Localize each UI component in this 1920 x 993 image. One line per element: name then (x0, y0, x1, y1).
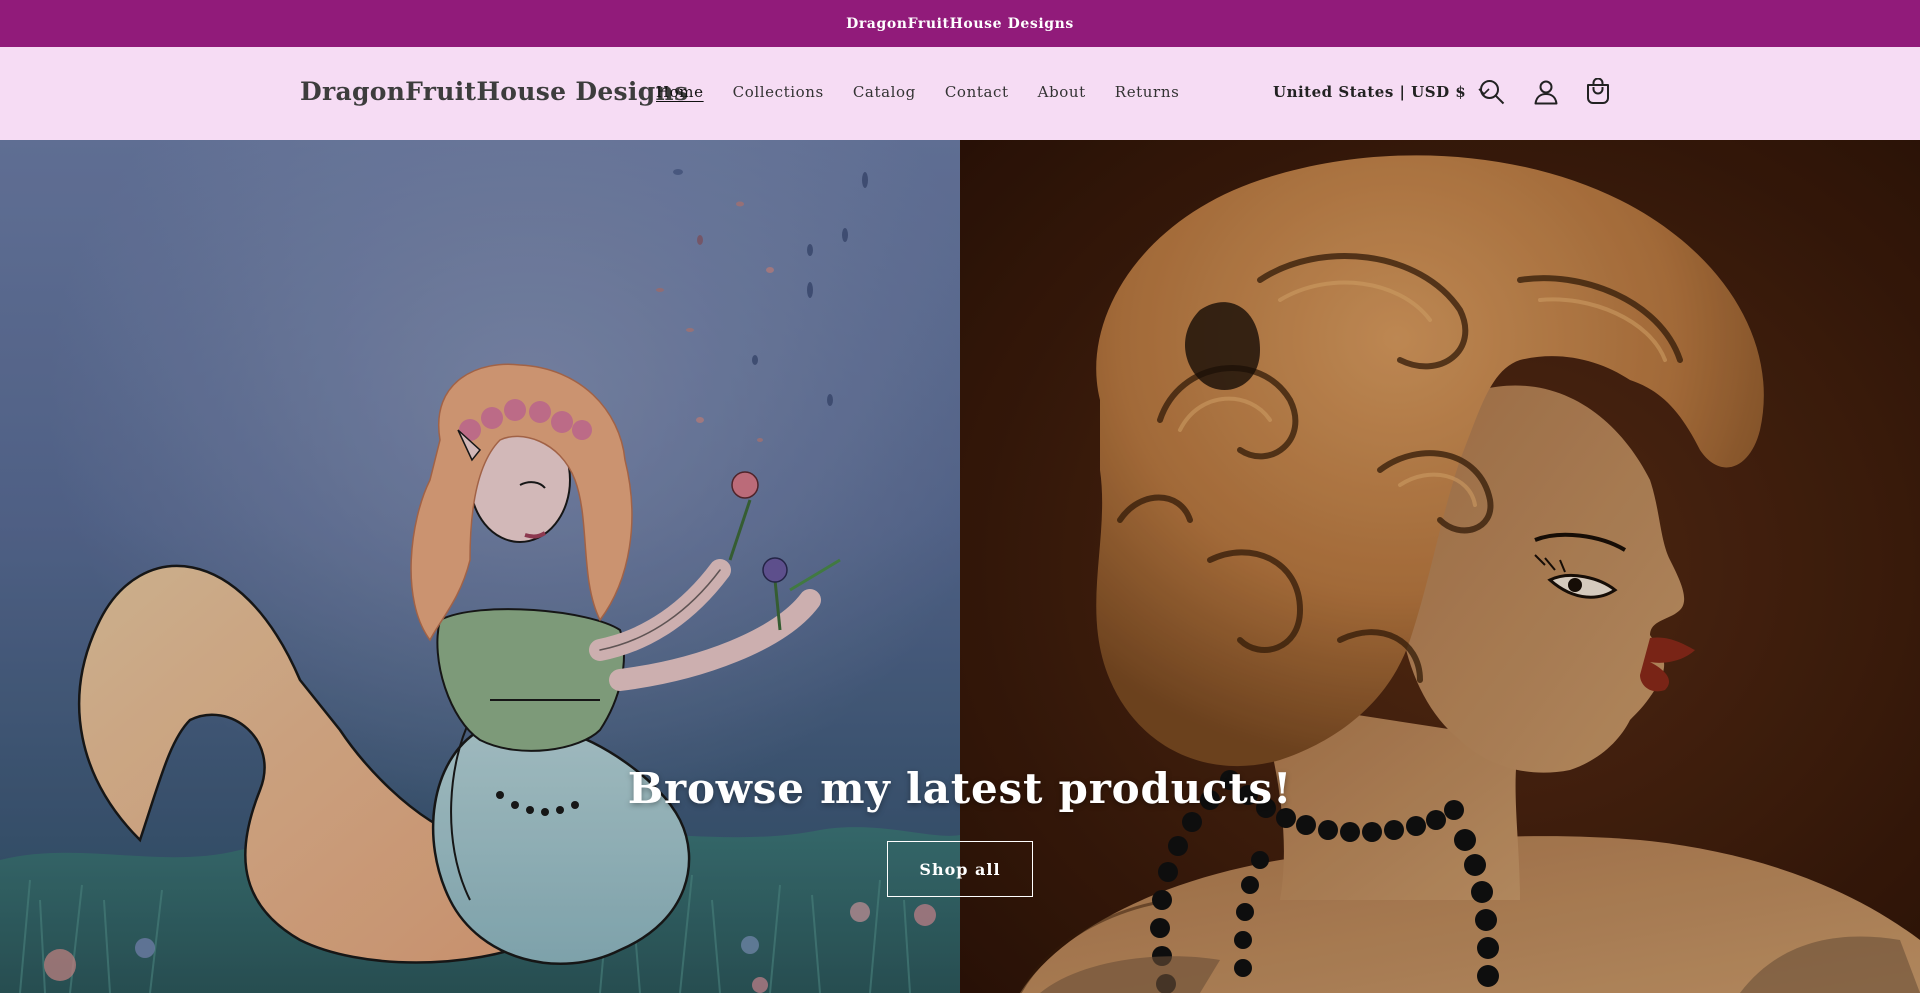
site-header: DragonFruitHouse Designs Home Collection… (0, 47, 1920, 140)
account-button[interactable] (1528, 74, 1564, 110)
site-logo[interactable]: DragonFruitHouse Designs (300, 77, 688, 106)
nav-home[interactable]: Home (656, 83, 704, 101)
main-nav: Home Collections Catalog Contact About R… (656, 83, 1208, 101)
portrait-illustration (960, 140, 1920, 993)
nav-about[interactable]: About (1038, 83, 1086, 101)
account-icon (1534, 80, 1558, 105)
announcement-text: DragonFruitHouse Designs (846, 15, 1074, 32)
locale-selector[interactable]: United States | USD $ (1273, 83, 1490, 101)
nav-contact[interactable]: Contact (945, 83, 1009, 101)
search-icon (1480, 80, 1505, 105)
nav-collections[interactable]: Collections (733, 83, 824, 101)
hero-image-portrait (960, 140, 1920, 993)
nav-returns[interactable]: Returns (1115, 83, 1180, 101)
nav-catalog[interactable]: Catalog (853, 83, 916, 101)
hero-banner: Browse my latest products! Shop all (0, 140, 1920, 993)
search-button[interactable] (1474, 74, 1510, 110)
cart-button[interactable] (1580, 74, 1616, 110)
cart-icon (1587, 78, 1609, 104)
announcement-bar: DragonFruitHouse Designs (0, 0, 1920, 47)
locale-label: United States | USD $ (1273, 83, 1467, 101)
shop-all-button[interactable]: Shop all (887, 841, 1033, 897)
mermaid-illustration (0, 140, 960, 993)
hero-title: Browse my latest products! (627, 764, 1293, 813)
hero-image-mermaid (0, 140, 960, 993)
